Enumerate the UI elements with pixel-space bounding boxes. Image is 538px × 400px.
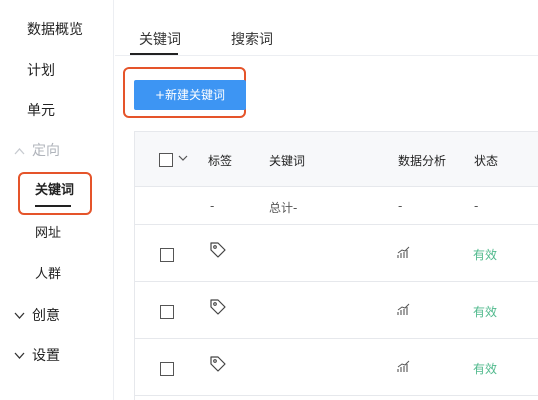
select-all-checkbox[interactable] xyxy=(159,153,173,167)
tab-keywords[interactable]: 关键词 xyxy=(139,29,181,49)
main-content: 关键词 搜索词 +新建关键词 标签 关键词 数据分析 状态 - 总计- - - xyxy=(115,0,538,400)
sidebar: 数据概览 计划 单元 定向 关键词 网址 人群 创意 设置 xyxy=(0,0,114,400)
sidebar-item-creative-label: 创意 xyxy=(32,308,60,324)
table-header: 标签 关键词 数据分析 状态 xyxy=(135,131,538,187)
sidebar-item-settings[interactable]: 设置 xyxy=(14,346,60,367)
keywords-table: 标签 关键词 数据分析 状态 - 总计- - - 有效 有效 有效 xyxy=(134,131,538,400)
new-keyword-button[interactable]: +新建关键词 xyxy=(134,80,246,110)
tabs-divider xyxy=(115,55,538,56)
tag-icon[interactable] xyxy=(209,355,227,376)
column-header-tag: 标签 xyxy=(208,154,233,168)
chevron-down-icon[interactable] xyxy=(177,149,189,161)
column-header-keyword: 关键词 xyxy=(269,154,306,168)
row-checkbox[interactable] xyxy=(160,362,174,376)
column-header-analysis: 数据分析 xyxy=(398,154,447,168)
sidebar-item-creative[interactable]: 创意 xyxy=(14,306,60,327)
total-status: - xyxy=(474,199,479,213)
sidebar-item-plan[interactable]: 计划 xyxy=(27,61,55,81)
column-header-status: 状态 xyxy=(474,154,499,168)
status-badge: 有效 xyxy=(473,362,498,376)
tag-icon[interactable] xyxy=(209,298,227,319)
table-total-row: - 总计- - - xyxy=(135,187,538,225)
table-row: 有效 xyxy=(135,282,538,339)
tab-search-terms[interactable]: 搜索词 xyxy=(231,29,273,49)
highlight-box-keywords xyxy=(18,172,92,215)
chevron-up-icon xyxy=(14,142,26,162)
sidebar-item-unit[interactable]: 单元 xyxy=(27,101,55,121)
trend-chart-icon[interactable] xyxy=(397,246,410,262)
trend-chart-icon[interactable] xyxy=(397,360,410,376)
sidebar-item-settings-label: 设置 xyxy=(32,348,60,364)
total-tag: - xyxy=(210,199,215,213)
chevron-down-icon xyxy=(14,307,26,327)
status-badge: 有效 xyxy=(473,305,498,319)
status-badge: 有效 xyxy=(473,248,498,262)
row-checkbox[interactable] xyxy=(160,305,174,319)
trend-chart-icon[interactable] xyxy=(397,303,410,319)
table-row: 有效 xyxy=(135,225,538,282)
sidebar-item-audience[interactable]: 人群 xyxy=(35,265,61,285)
tag-icon[interactable] xyxy=(209,241,227,262)
row-checkbox[interactable] xyxy=(160,248,174,262)
total-analysis: - xyxy=(398,199,403,213)
sidebar-item-targeting[interactable]: 定向 xyxy=(14,141,60,162)
sidebar-item-targeting-label: 定向 xyxy=(32,143,60,159)
sidebar-item-data-overview[interactable]: 数据概览 xyxy=(27,20,83,40)
sidebar-item-url[interactable]: 网址 xyxy=(35,224,61,244)
table-row: 有效 xyxy=(135,339,538,396)
chevron-down-icon xyxy=(14,347,26,367)
total-keyword: 总计- xyxy=(269,201,298,215)
